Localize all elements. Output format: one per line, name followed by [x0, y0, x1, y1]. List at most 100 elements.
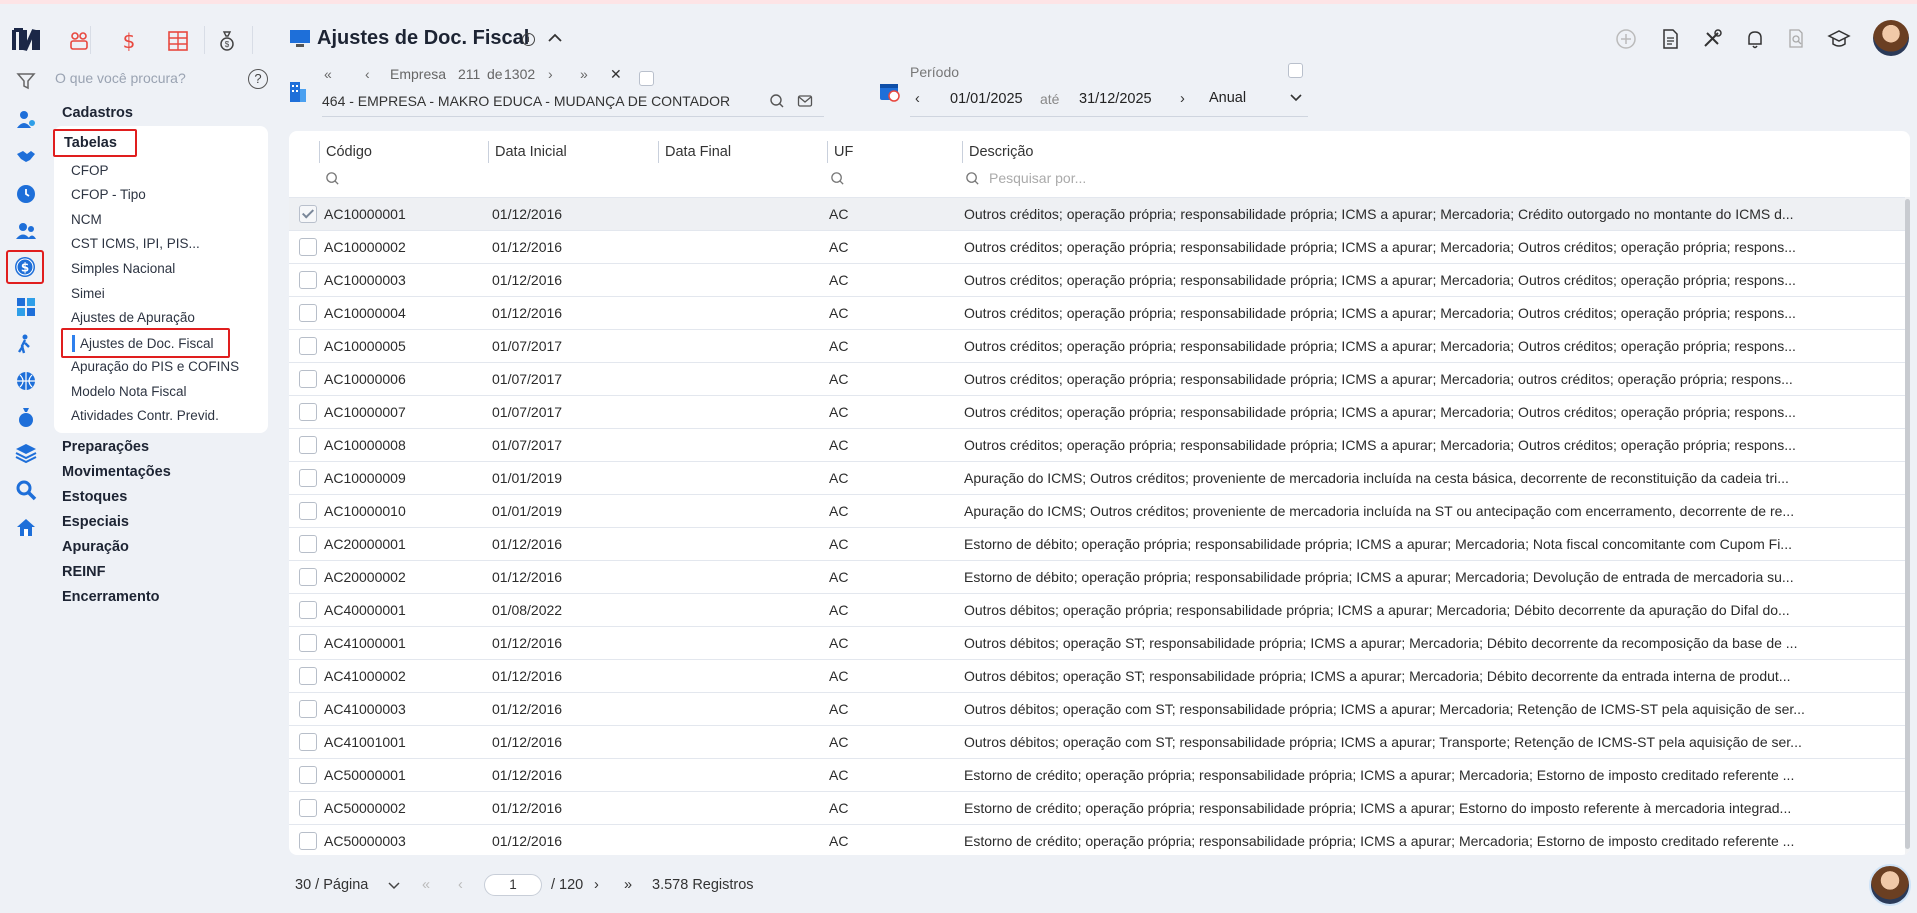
money-bag-icon[interactable] [13, 404, 39, 430]
col-header-uf[interactable]: UF [827, 141, 853, 163]
first-page-button[interactable]: « [324, 66, 332, 82]
dollar-sign-icon[interactable]: $ [116, 28, 142, 54]
row-checkbox[interactable] [299, 469, 317, 487]
tools-icon[interactable] [1699, 26, 1725, 52]
row-checkbox[interactable] [299, 271, 317, 289]
table-row[interactable]: AC41000001 01/12/2016 AC Outros débitos; op… [289, 626, 1905, 659]
users-icon[interactable] [13, 106, 39, 132]
first-page-button[interactable]: « [422, 877, 430, 893]
submenu-item[interactable]: NCM [71, 212, 102, 227]
submenu-item[interactable]: CFOP [71, 163, 109, 178]
graduation-cap-icon[interactable] [1826, 26, 1852, 52]
add-circle-icon[interactable] [1613, 26, 1639, 52]
col-header-data-inicial[interactable]: Data Inicial [488, 141, 567, 163]
table-row[interactable]: AC10000003 01/12/2016 AC Outros créditos; o… [289, 263, 1905, 296]
row-checkbox[interactable] [299, 733, 317, 751]
spreadsheet-icon[interactable] [165, 28, 191, 54]
table-row[interactable]: AC41001001 01/12/2016 AC Outros débitos; op… [289, 725, 1905, 758]
close-icon[interactable]: ✕ [610, 66, 622, 83]
col-header-data-final[interactable]: Data Final [658, 141, 731, 163]
app-logo[interactable] [12, 26, 42, 54]
filter-icon[interactable] [13, 68, 39, 94]
handshake-icon[interactable] [13, 143, 39, 169]
table-row[interactable]: AC10000005 01/07/2017 AC Outros créditos; o… [289, 329, 1905, 362]
search-icon[interactable] [13, 477, 39, 503]
submenu-item-active[interactable]: Ajustes de Doc. Fiscal [61, 328, 230, 358]
descricao-filter-input[interactable]: Pesquisar por... [989, 170, 1086, 186]
globe-icon[interactable] [13, 368, 39, 394]
submenu-item[interactable]: Ajustes de Apuração [71, 310, 195, 325]
chevron-down-icon[interactable] [387, 879, 401, 896]
menu-section[interactable]: Estoques [62, 489, 127, 505]
col-header-codigo[interactable]: Código [319, 141, 372, 163]
table-row[interactable]: AC10000010 01/01/2019 AC Apuração do ICMS; … [289, 494, 1905, 527]
row-checkbox[interactable] [299, 832, 317, 850]
periodo-end[interactable]: 31/12/2025 [1079, 91, 1152, 107]
row-checkbox[interactable] [299, 568, 317, 586]
table-row[interactable]: AC50000002 01/12/2016 AC Estorno de crédito… [289, 791, 1905, 824]
table-row[interactable]: AC10000009 01/01/2019 AC Apuração do ICMS; … [289, 461, 1905, 494]
help-icon[interactable]: ? [248, 69, 268, 89]
walker-icon[interactable] [13, 331, 39, 357]
last-page-button[interactable]: » [580, 66, 588, 82]
menu-section[interactable]: Movimentações [62, 464, 171, 480]
group-icon[interactable] [66, 28, 92, 54]
table-row[interactable]: AC10000007 01/07/2017 AC Outros créditos; o… [289, 395, 1905, 428]
periodo-mode-select[interactable]: Anual [1209, 90, 1246, 106]
table-row[interactable]: AC50000003 01/12/2016 AC Estorno de crédito… [289, 824, 1905, 855]
calculator-icon[interactable] [13, 294, 39, 320]
row-checkbox[interactable] [299, 799, 317, 817]
row-checkbox[interactable] [299, 370, 317, 388]
submenu-item[interactable]: CST ICMS, IPI, PIS... [71, 236, 200, 251]
menu-section[interactable]: Especiais [62, 514, 129, 530]
periodo-prev-button[interactable]: ‹ [915, 91, 920, 107]
table-row[interactable]: AC10000002 01/12/2016 AC Outros créditos; o… [289, 230, 1905, 263]
filter-search-icon[interactable] [325, 171, 340, 189]
next-empresa-button[interactable]: › [548, 66, 553, 82]
periodo-next-button[interactable]: › [1180, 91, 1185, 107]
table-row[interactable]: AC41000002 01/12/2016 AC Outros débitos; op… [289, 659, 1905, 692]
money-sack-icon[interactable]: $ [214, 28, 240, 54]
periodo-start[interactable]: 01/01/2025 [950, 91, 1023, 107]
last-page-button[interactable]: » [624, 877, 632, 893]
row-checkbox[interactable] [299, 238, 317, 256]
bell-icon[interactable] [1742, 26, 1768, 52]
info-icon[interactable]: i [522, 33, 535, 46]
menu-section[interactable]: Encerramento [62, 589, 160, 605]
filter-search-icon[interactable] [965, 171, 980, 189]
menu-tabelas[interactable]: Tabelas [53, 129, 137, 157]
row-checkbox[interactable] [299, 337, 317, 355]
menu-search-input[interactable]: O que você procura? [55, 70, 186, 86]
col-header-descricao[interactable]: Descrição [962, 141, 1033, 163]
table-row[interactable]: AC50000001 01/12/2016 AC Estorno de crédito… [289, 758, 1905, 791]
dollar-icon[interactable]: $ [6, 250, 44, 284]
prev-page-button[interactable]: ‹ [458, 877, 463, 893]
row-checkbox[interactable] [299, 766, 317, 784]
team-icon[interactable] [13, 218, 39, 244]
table-row[interactable]: AC10000008 01/07/2017 AC Outros créditos; o… [289, 428, 1905, 461]
prev-empresa-button[interactable]: ‹ [365, 66, 370, 82]
mail-icon[interactable] [797, 93, 813, 112]
table-row[interactable]: AC10000006 01/07/2017 AC Outros créditos; o… [289, 362, 1905, 395]
table-row[interactable]: AC20000002 01/12/2016 AC Estorno de débito;… [289, 560, 1905, 593]
submenu-item[interactable]: CFOP - Tipo [71, 187, 146, 202]
table-scrollbar[interactable] [1905, 197, 1910, 855]
row-checkbox[interactable] [299, 304, 317, 322]
row-checkbox[interactable] [299, 535, 317, 553]
doc-search-icon[interactable] [1783, 26, 1809, 52]
menu-section[interactable]: REINF [62, 564, 106, 580]
row-checkbox[interactable] [299, 502, 317, 520]
row-checkbox[interactable] [299, 667, 317, 685]
menu-cadastros[interactable]: Cadastros [62, 105, 133, 121]
per-page-select[interactable]: 30 / Página [295, 877, 368, 893]
row-checkbox[interactable] [299, 403, 317, 421]
menu-section[interactable]: Preparações [62, 439, 149, 455]
submenu-item[interactable]: Modelo Nota Fiscal [71, 384, 187, 399]
table-row[interactable]: AC40000001 01/08/2022 AC Outros débitos; op… [289, 593, 1905, 626]
row-checkbox[interactable] [299, 436, 317, 454]
layers-icon[interactable] [13, 440, 39, 466]
avatar[interactable] [1873, 20, 1909, 56]
clock-icon[interactable] [13, 181, 39, 207]
table-row[interactable]: AC10000001 01/12/2016 AC Outros créditos; o… [289, 197, 1905, 230]
table-row[interactable]: AC20000001 01/12/2016 AC Estorno de débito;… [289, 527, 1905, 560]
